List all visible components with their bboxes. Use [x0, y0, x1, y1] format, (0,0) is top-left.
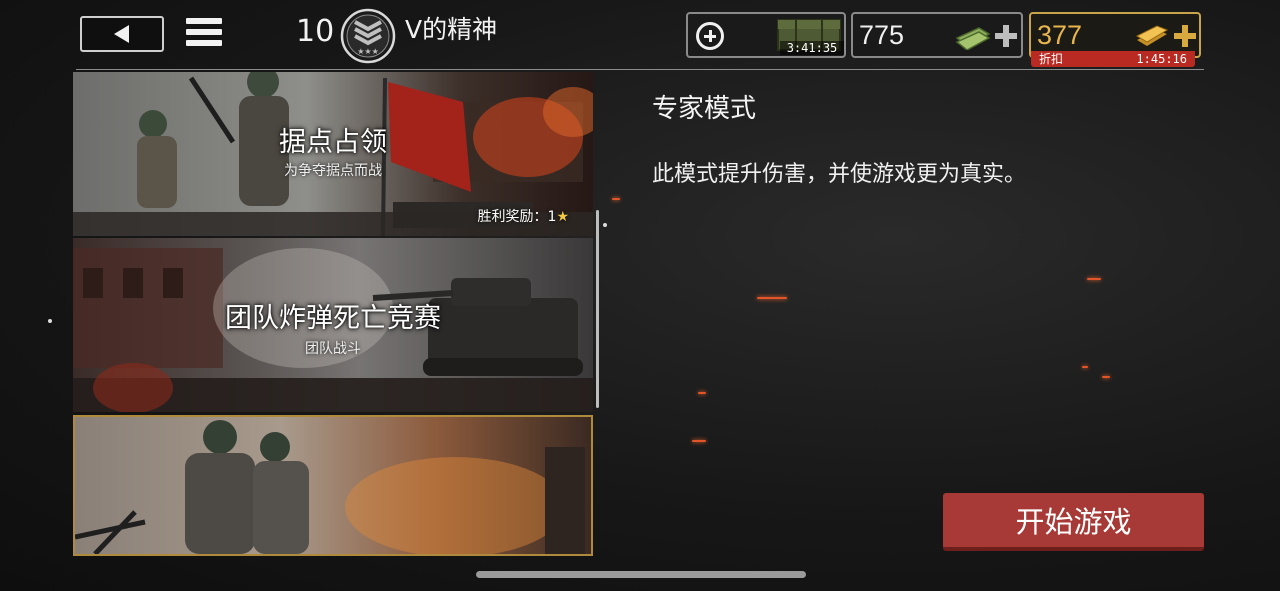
supply-box: 3:41:35 — [686, 12, 846, 58]
mode-title-team-bomb: 团队炸弹死亡竞赛 — [225, 303, 441, 334]
mode-subtitle-team-bomb: 团队战斗 — [305, 341, 361, 357]
ember-decoration — [1087, 278, 1101, 280]
cash-amount: 775 — [859, 20, 905, 50]
victory-reward: 胜利奖励：1★ — [478, 206, 569, 226]
ember-decoration — [698, 392, 706, 394]
ember-decoration — [1102, 376, 1110, 378]
header-divider — [76, 69, 1204, 70]
start-game-button[interactable]: 开始游戏 — [943, 493, 1204, 551]
add-gold-icon[interactable] — [1174, 25, 1196, 47]
rank-chevron-badge-icon: ★★★ — [340, 8, 396, 64]
svg-text:★★★: ★★★ — [357, 47, 379, 56]
ember-decoration — [757, 297, 787, 299]
mode-card-team-bomb[interactable]: 团队炸弹死亡竞赛 团队战斗 — [73, 238, 593, 412]
victory-reward-label: 胜利奖励：1 — [477, 209, 557, 225]
mode-subtitle-domination: 为争夺据点而战 — [284, 163, 382, 179]
discount-label: 折扣 — [1039, 52, 1064, 66]
back-arrow-icon — [114, 25, 129, 43]
mode-card-domination[interactable]: 据点占领 为争夺据点而战 胜利奖励：1★ — [73, 72, 593, 236]
add-cash-icon[interactable] — [995, 25, 1017, 47]
mode-list-scrollbar[interactable] — [596, 210, 599, 408]
cash-bill-icon — [955, 27, 991, 50]
cash-box: 775 — [851, 12, 1023, 58]
hamburger-menu-icon[interactable] — [186, 18, 222, 52]
ember-decoration — [612, 198, 620, 200]
back-button[interactable] — [80, 16, 164, 52]
discount-timer: 1:45:16 — [1136, 52, 1187, 66]
spark-decoration — [603, 223, 607, 227]
home-indicator[interactable] — [476, 571, 806, 578]
mode-title-domination: 据点占领 — [279, 127, 387, 158]
discount-bar: 折扣 1:45:16 — [1031, 51, 1195, 67]
selected-mode-description: 此模式提升伤害，并使游戏更为真实。 — [652, 162, 1027, 187]
gold-amount: 377 — [1037, 20, 1083, 50]
star-icon: ★ — [556, 209, 569, 225]
mode-card-expert[interactable] — [73, 415, 593, 556]
mode-card-art — [75, 417, 591, 554]
selected-mode-title: 专家模式 — [652, 94, 757, 124]
player-name: V的精神 — [405, 15, 498, 44]
ember-decoration — [1082, 366, 1088, 368]
rank-number: 10 — [296, 14, 335, 49]
supply-timer: 3:41:35 — [780, 41, 844, 55]
ember-decoration — [692, 440, 706, 442]
plus-circle-icon[interactable] — [696, 22, 724, 50]
spark-decoration — [48, 319, 52, 323]
gold-bar-icon — [1135, 25, 1169, 46]
